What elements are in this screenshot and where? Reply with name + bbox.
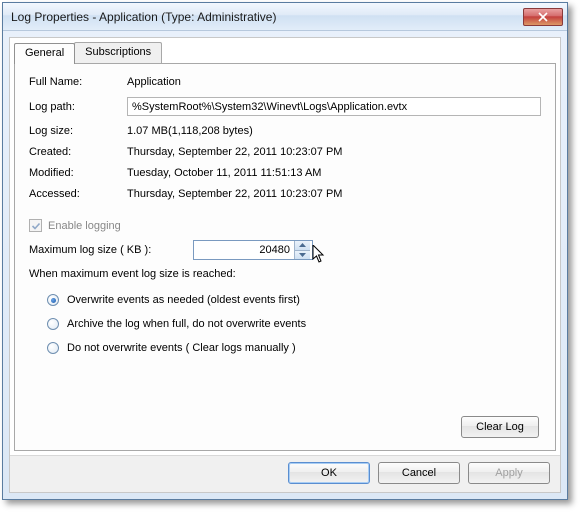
dialog-window: Log Properties - Application (Type: Admi… — [2, 2, 568, 500]
enable-logging-label: Enable logging — [48, 220, 121, 232]
cursor-icon — [312, 245, 326, 263]
label-modified: Modified: — [29, 167, 127, 179]
radio-manual-input[interactable] — [47, 342, 59, 354]
value-created: Thursday, September 22, 2011 10:23:07 PM — [127, 146, 541, 158]
radio-manual-label: Do not overwrite events ( Clear logs man… — [67, 342, 296, 354]
max-size-input[interactable] — [194, 241, 294, 259]
ok-button[interactable]: OK — [288, 462, 370, 484]
radio-overwrite-input[interactable] — [47, 294, 59, 306]
label-max-size: Maximum log size ( KB ): — [29, 244, 193, 256]
label-log-size: Log size: — [29, 125, 127, 137]
tab-general[interactable]: General — [14, 43, 75, 64]
close-icon — [538, 12, 548, 22]
label-created: Created: — [29, 146, 127, 158]
label-full-name: Full Name: — [29, 76, 127, 88]
value-full-name: Application — [127, 76, 541, 88]
label-log-path: Log path: — [29, 101, 127, 113]
radio-archive-label: Archive the log when full, do not overwr… — [67, 318, 306, 330]
value-log-size: 1.07 MB(1,118,208 bytes) — [127, 125, 541, 137]
radio-manual[interactable]: Do not overwrite events ( Clear logs man… — [47, 342, 541, 354]
titlebar: Log Properties - Application (Type: Admi… — [3, 3, 567, 31]
check-icon — [31, 221, 41, 231]
radio-archive-input[interactable] — [47, 318, 59, 330]
label-accessed: Accessed: — [29, 188, 127, 200]
radio-overwrite-label: Overwrite events as needed (oldest event… — [67, 294, 300, 306]
tab-panel-general: Full Name: Application Log path: %System… — [14, 63, 556, 451]
chevron-down-icon — [299, 253, 306, 257]
spinner-down[interactable] — [295, 250, 310, 260]
enable-logging-checkbox[interactable] — [29, 219, 42, 232]
cancel-button[interactable]: Cancel — [378, 462, 460, 484]
log-path-field[interactable]: %SystemRoot%\System32\Winevt\Logs\Applic… — [127, 97, 541, 116]
spinner-up[interactable] — [295, 241, 310, 250]
tabstrip: General Subscriptions — [10, 38, 560, 63]
close-button[interactable] — [523, 8, 563, 26]
chevron-up-icon — [299, 243, 306, 247]
value-accessed: Thursday, September 22, 2011 10:23:07 PM — [127, 188, 541, 200]
radio-overwrite[interactable]: Overwrite events as needed (oldest event… — [47, 294, 541, 306]
max-size-spinner[interactable] — [193, 240, 313, 260]
client-area: General Subscriptions Full Name: Applica… — [9, 37, 561, 493]
window-title: Log Properties - Application (Type: Admi… — [11, 10, 523, 24]
clear-log-button[interactable]: Clear Log — [461, 416, 539, 438]
radio-archive[interactable]: Archive the log when full, do not overwr… — [47, 318, 541, 330]
value-modified: Tuesday, October 11, 2011 11:51:13 AM — [127, 167, 541, 179]
apply-button[interactable]: Apply — [468, 462, 550, 484]
dialog-footer: OK Cancel Apply — [10, 455, 560, 492]
spinner-buttons — [294, 241, 310, 259]
tab-subscriptions[interactable]: Subscriptions — [74, 42, 162, 63]
label-when-reached: When maximum event log size is reached: — [29, 268, 541, 280]
